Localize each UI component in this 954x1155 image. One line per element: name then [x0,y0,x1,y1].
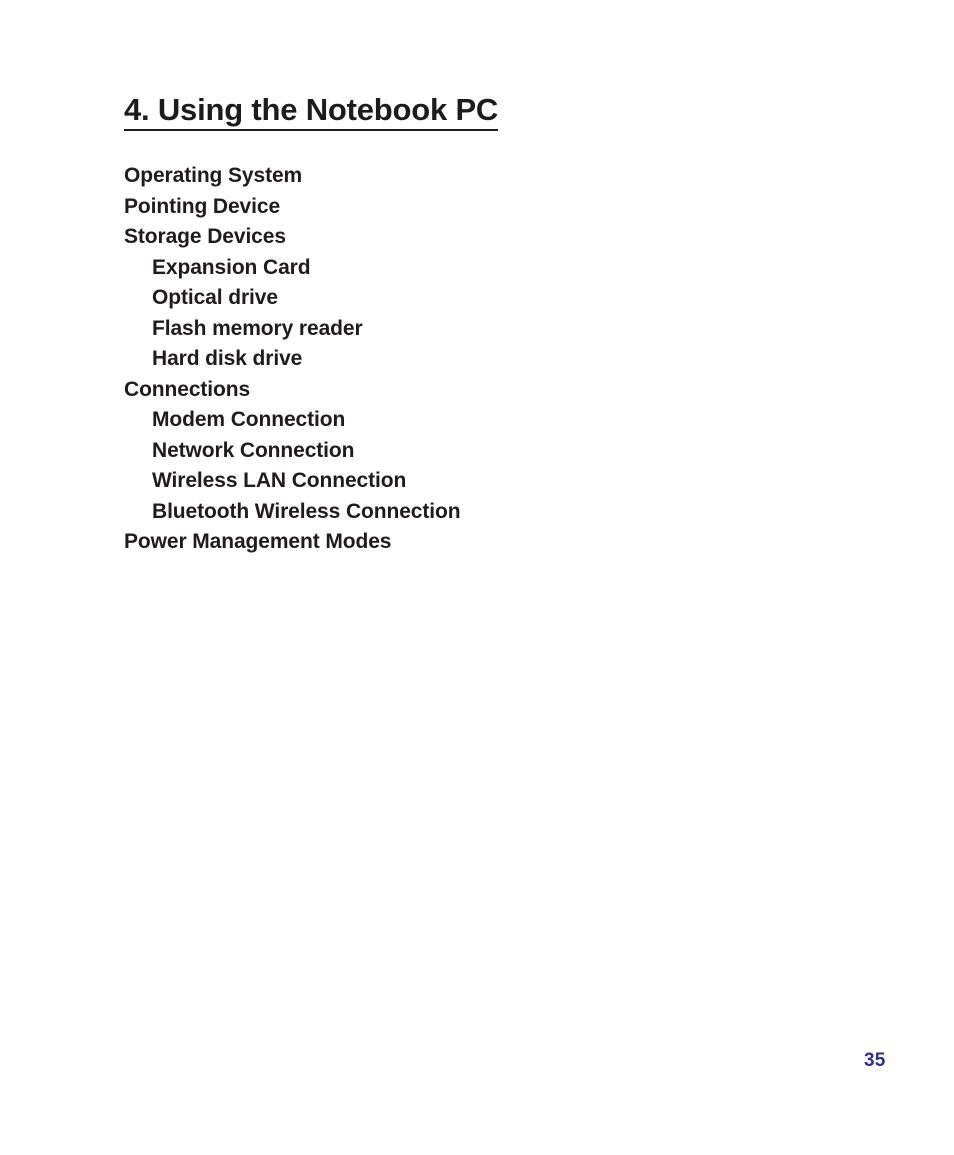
toc-entry: Optical drive [152,286,278,309]
table-of-contents: Operating System Pointing Device Storage D… [124,161,461,558]
toc-entry: Wireless LAN Connection [152,469,407,492]
document-page: 4. Using the Notebook PC Operating Syste… [0,0,954,1155]
toc-entry: Connections [124,377,251,401]
toc-entry: Network Connection [152,438,355,462]
toc-entry: Operating System [124,164,303,187]
toc-entry: Storage Devices [124,225,286,248]
toc-entry: Expansion Card [152,255,311,279]
toc-entry: Modem Connection [152,408,346,431]
title-underline-rule [124,129,499,131]
page-number: 35 [864,1050,886,1071]
toc-entry: Hard disk drive [152,347,303,370]
page-title: 4. Using the Notebook PC [124,92,499,127]
toc-entry: Power Management Modes [124,530,392,553]
toc-entry: Pointing Device [124,194,281,218]
toc-entry: Flash memory reader [152,316,363,340]
chapter-heading: 4. Using the Notebook PC [124,92,498,131]
toc-entry: Bluetooth Wireless Connection [152,499,461,523]
